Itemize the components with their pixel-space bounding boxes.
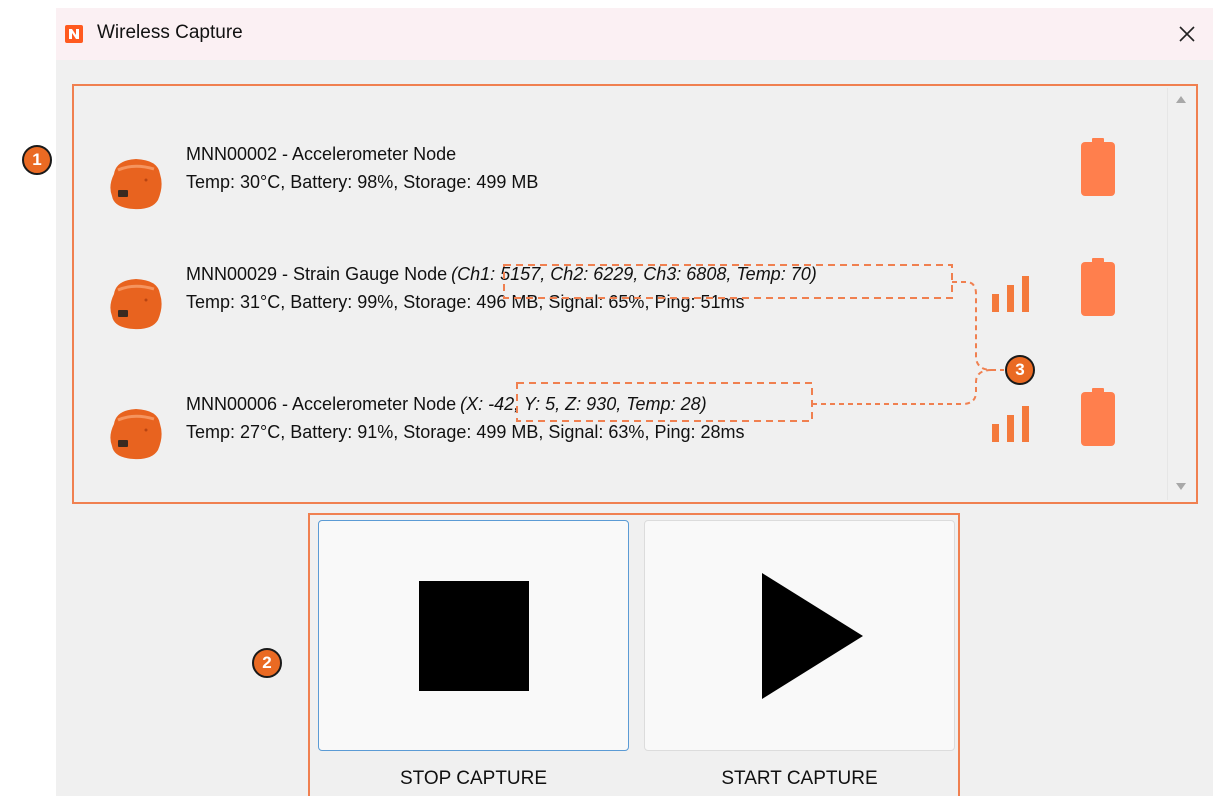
callout-badge-2: 2 bbox=[252, 648, 282, 678]
title-bar: Wireless Capture bbox=[56, 8, 1213, 60]
stop-icon bbox=[419, 581, 529, 691]
window-title: Wireless Capture bbox=[97, 22, 243, 43]
play-icon bbox=[762, 573, 863, 699]
close-icon bbox=[1179, 26, 1195, 42]
stop-capture-button[interactable] bbox=[318, 520, 629, 751]
app-logo-icon bbox=[65, 25, 83, 43]
node-list-annotation-frame bbox=[72, 84, 1198, 504]
start-capture-button[interactable] bbox=[644, 520, 955, 751]
close-button[interactable] bbox=[1161, 8, 1213, 60]
start-capture-label: START CAPTURE bbox=[721, 768, 878, 789]
callout-badge-3: 3 bbox=[1005, 355, 1035, 385]
callout-badge-1: 1 bbox=[22, 145, 52, 175]
stop-capture-label: STOP CAPTURE bbox=[399, 768, 548, 789]
